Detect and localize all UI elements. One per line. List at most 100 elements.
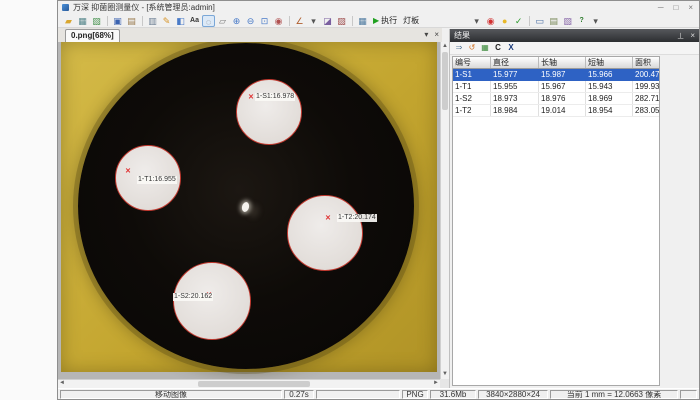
table-cell: 15.966: [586, 69, 633, 81]
results-panel-titlebar: 结果 ⊤ ×: [450, 29, 699, 42]
tab-bar-buttons: ▾ ×: [424, 30, 439, 39]
print-icon[interactable]: ▥: [146, 15, 159, 27]
zone-label-1-s1: 1-S1:16.978: [255, 93, 295, 101]
zone-label-1-t1: 1-T1:16.955: [137, 176, 177, 184]
confirm-icon[interactable]: ✓: [512, 15, 525, 27]
results-toolbar: ⇒↺▦CX: [450, 42, 699, 55]
app-icon: [62, 4, 69, 11]
maximize-button[interactable]: □: [673, 3, 678, 12]
results-panel: 结果 ⊤ × ⇒↺▦CX 编号直径长轴短轴面积 1-S115.97715.987…: [449, 29, 699, 388]
measure-tool-icon[interactable]: ∠: [293, 15, 306, 27]
zone-label-1-t2: 1-T2:20.174: [337, 214, 377, 222]
open-image-icon[interactable]: ▰: [62, 15, 75, 27]
undo-icon[interactable]: ↺: [466, 42, 478, 54]
vertical-scrollbar[interactable]: ▲ ▼: [440, 42, 449, 379]
horizontal-scroll-thumb[interactable]: [198, 381, 310, 387]
chart-icon[interactable]: ▦: [479, 42, 491, 54]
table-cell: 1-T2: [453, 105, 491, 117]
table-cell: 1-T1: [453, 81, 491, 93]
window-title: 万深 抑菌圈测量仪 - [系统管理员:admin]: [73, 2, 215, 13]
status-time: 0.27s: [284, 390, 314, 399]
toolbar-separator: [529, 16, 530, 26]
album-icon[interactable]: ▤: [125, 15, 138, 27]
measure-dropdown-icon[interactable]: ▾: [307, 15, 320, 27]
vertical-scroll-thumb[interactable]: [442, 52, 448, 110]
table-cell: 1-S1: [453, 69, 491, 81]
export-result-icon[interactable]: ⇒: [453, 42, 465, 54]
pin-icon[interactable]: ⊤: [677, 31, 684, 40]
fill-color-icon[interactable]: ◧: [174, 15, 187, 27]
toolbar-separator: [352, 16, 353, 26]
copy-button[interactable]: C: [492, 42, 504, 54]
zoom-fit-icon[interactable]: ⊡: [258, 15, 271, 27]
column-header[interactable]: 长轴: [539, 57, 586, 69]
more-dropdown-icon[interactable]: ▾: [470, 15, 483, 27]
table-cell: 18.954: [586, 105, 633, 117]
tab-0png[interactable]: 0.png[68%]: [65, 29, 120, 42]
results-panel-buttons: ⊤ ×: [677, 31, 695, 40]
pan-tool-icon[interactable]: ◌: [202, 15, 215, 27]
zone-marker-1-t1: ×: [125, 166, 130, 176]
save-icon[interactable]: ▣: [111, 15, 124, 27]
record-icon[interactable]: ◉: [484, 15, 497, 27]
zone-marker-1-s1: ×: [248, 92, 253, 102]
excel-button[interactable]: X: [505, 42, 517, 54]
column-header[interactable]: 编号: [453, 57, 491, 69]
status-calibration: 当前 1 mm = 12.0663 像素: [550, 390, 678, 399]
help-icon[interactable]: ?: [575, 15, 588, 27]
table-cell: 282.7146: [633, 93, 661, 105]
toolbar-separator: [107, 16, 108, 26]
column-header[interactable]: 直径: [491, 57, 539, 69]
main-toolbar: ▰▦▧▣▤▥✎◧Aa◌▱⊕⊖⊡◉∠▾◪▨▦▶执行灯板▾◉●✓▭▤▧?▾: [58, 14, 699, 28]
report-icon[interactable]: ▤: [547, 15, 560, 27]
scroll-down-icon[interactable]: ▼: [442, 371, 448, 378]
scroll-left-icon[interactable]: ◄: [59, 380, 65, 387]
status-spacer: [316, 390, 400, 399]
annotate-pencil-icon[interactable]: ✎: [160, 15, 173, 27]
camera-icon[interactable]: ▦: [76, 15, 89, 27]
zone-marker-1-t2: ×: [325, 213, 330, 223]
text-tool-icon[interactable]: Aa: [188, 15, 201, 27]
tools-icon[interactable]: ▧: [561, 15, 574, 27]
scroll-right-icon[interactable]: ►: [433, 380, 439, 387]
status-filesize: 31.6Mb: [430, 390, 476, 399]
image-canvas[interactable]: × × × × 1-S1:16.978 1-T1:16.955 1-T2:20.…: [58, 42, 440, 379]
batch-process-icon[interactable]: ▧: [90, 15, 103, 27]
help-dropdown-icon[interactable]: ▾: [589, 15, 602, 27]
status-format: PNG: [402, 390, 428, 399]
close-button[interactable]: ×: [688, 3, 693, 12]
execute-button[interactable]: ▶执行: [373, 15, 397, 26]
column-header[interactable]: 面积: [633, 57, 661, 69]
results-panel-title: 结果: [454, 30, 470, 41]
table-row[interactable]: 1-T218.98419.01418.954283.0511: [453, 105, 660, 117]
tab-close-icon[interactable]: ×: [434, 30, 439, 39]
table-cell: 19.014: [539, 105, 586, 117]
zoom-in-icon[interactable]: ⊕: [230, 15, 243, 27]
horizontal-scrollbar[interactable]: ◄ ►: [58, 379, 440, 388]
status-resolution: 3840×2880×24: [478, 390, 548, 399]
scroll-up-icon[interactable]: ▲: [442, 43, 448, 50]
table-cell: 18.969: [586, 93, 633, 105]
hint-icon[interactable]: ●: [498, 15, 511, 27]
column-header[interactable]: 短轴: [586, 57, 633, 69]
panel-close-icon[interactable]: ×: [690, 31, 695, 40]
table-row[interactable]: 1-S218.97318.97618.969282.7146: [453, 93, 660, 105]
select-region-icon[interactable]: ▱: [216, 15, 229, 27]
execute-button-label: 执行: [381, 15, 397, 26]
app-window: 万深 抑菌圈测量仪 - [系统管理员:admin] ─ □ × ▰▦▧▣▤▥✎◧…: [57, 0, 700, 400]
table-row[interactable]: 1-S115.97715.98715.966200.4731: [453, 69, 660, 81]
zone-circle-1-s1: [236, 79, 302, 145]
tab-list-dropdown-icon[interactable]: ▾: [424, 30, 428, 39]
erase-mark-icon[interactable]: ▨: [335, 15, 348, 27]
window-controls: ─ □ ×: [658, 3, 699, 12]
zoom-out-icon[interactable]: ⊖: [244, 15, 257, 27]
grid-panel-icon[interactable]: ▦: [356, 15, 369, 27]
table-row[interactable]: 1-T115.95515.96715.943199.9305: [453, 81, 660, 93]
color-picker-icon[interactable]: ◉: [272, 15, 285, 27]
minimize-button[interactable]: ─: [658, 3, 664, 12]
mark-tool-icon[interactable]: ◪: [321, 15, 334, 27]
tab-bar: 0.png[68%] ▾ ×: [58, 28, 442, 42]
light-panel-button[interactable]: 灯板: [403, 15, 419, 26]
monitor-icon[interactable]: ▭: [533, 15, 546, 27]
zone-circle-1-t2: [287, 195, 363, 271]
